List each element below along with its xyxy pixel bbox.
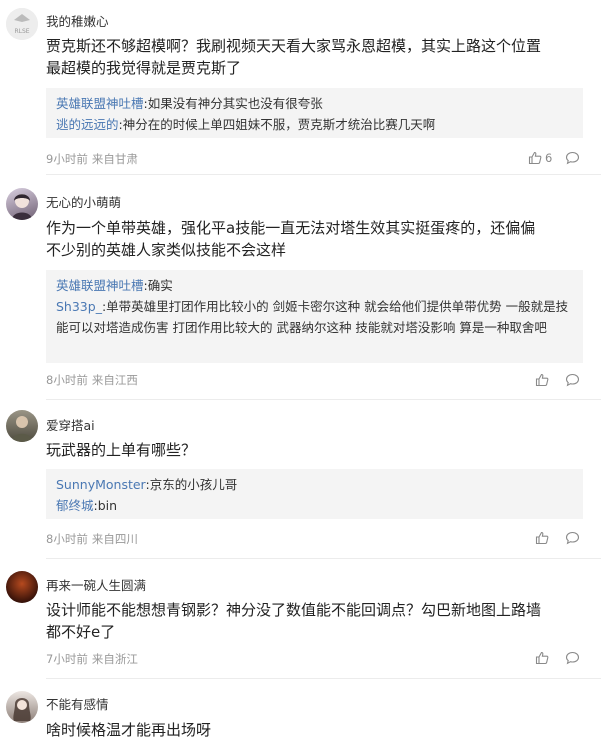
comment-bubble-icon[interactable] [565, 151, 581, 165]
username[interactable]: 我的稚嫩心 [46, 11, 109, 30]
comment-text-line: 玩武器的上单有哪些？ [46, 441, 197, 459]
comment-location: 来自甘肃 [91, 152, 138, 166]
thumbs-up-icon[interactable] [535, 651, 551, 665]
comment-text-line: 作为一个单带英雄，强化平a技能一直无法对塔生效其实挺蛋疼的，还偏偏 [46, 219, 536, 237]
reply-username[interactable]: SunnyMonster [56, 477, 145, 492]
reply-text: 神分在的时候上单四姐妹不服，贾克斯才统治比赛几天啊 [122, 117, 436, 132]
avatar[interactable] [6, 410, 38, 442]
comment-meta: 8小时前 来自江西 [46, 372, 138, 388]
avatar-logo: RLSE [6, 8, 38, 40]
username[interactable]: 再来一碗人生圆满 [46, 575, 146, 594]
avatar[interactable] [6, 691, 38, 723]
comment-meta: 9小时前 来自甘肃 [46, 151, 138, 167]
comment-text: 设计师能不能想想青钢影？神分没了数值能不能回调点？勾巴新地图上路墙 都不好e了 [46, 599, 586, 643]
comment-text-line: 都不好e了 [46, 623, 116, 641]
comment-text-line: 设计师能不能想想青钢影？神分没了数值能不能回调点？勾巴新地图上路墙 [46, 601, 542, 619]
comment-meta: 8小时前 来自四川 [46, 531, 138, 547]
comment-bubble-icon[interactable] [565, 531, 581, 545]
reply-item: SunnyMonster:京东的小孩儿哥 [56, 477, 238, 492]
comment-text: 贾克斯还不够超模啊？我刷视频天天看大家骂永恩超模，其实上路这个位置 最超模的我觉… [46, 35, 586, 79]
comment-meta: 7小时前 来自浙江 [46, 651, 138, 667]
thumbs-up-icon[interactable] [535, 373, 551, 387]
comment-item: 不能有感情 啥时候格温才能再出场呀 [0, 679, 601, 745]
comment-item: 爱穿搭ai 玩武器的上单有哪些？ SunnyMonster:京东的小孩儿哥 郁终… [0, 400, 601, 559]
like-count: 6 [545, 151, 553, 165]
comment-item: 再来一碗人生圆满 设计师能不能想想青钢影？神分没了数值能不能回调点？勾巴新地图上… [0, 559, 601, 679]
reply-text: bin [97, 498, 118, 513]
comment-item: RLSE 我的稚嫩心 贾克斯还不够超模啊？我刷视频天天看大家骂永恩超模，其实上路… [0, 0, 601, 175]
reply-username[interactable]: 英雄联盟神吐槽 [56, 278, 144, 293]
username[interactable]: 不能有感情 [46, 694, 109, 713]
comment-text: 作为一个单带英雄，强化平a技能一直无法对塔生效其实挺蛋疼的，还偏偏 不少别的英雄… [46, 217, 586, 261]
reply-item: 逃的远远的:神分在的时候上单四姐妹不服，贾克斯才统治比赛几天啊 [56, 117, 436, 132]
reply-item: Sh33p_:单带英雄里打团作用比较小的 剑姬卡密尔这种 就会给他们提供单带优势… [56, 299, 569, 335]
comment-text-line: 啥时候格温才能再出场呀 [46, 721, 212, 739]
reply-item: 英雄联盟神吐槽:确实 [56, 278, 173, 293]
avatar[interactable]: RLSE [6, 8, 38, 40]
reply-text: 京东的小孩儿哥 [149, 477, 238, 492]
reply-username[interactable]: 英雄联盟神吐槽 [56, 96, 144, 111]
reply-item: 英雄联盟神吐槽:如果没有神分其实也没有很夸张 [56, 96, 323, 111]
comment-text: 玩武器的上单有哪些？ [46, 439, 586, 461]
reply-username[interactable]: Sh33p_ [56, 299, 102, 314]
reply-item: 郁终城:bin [56, 498, 118, 513]
comment-text: 啥时候格温才能再出场呀 [46, 719, 586, 741]
thumbs-up-icon[interactable] [528, 151, 544, 165]
username[interactable]: 爱穿搭ai [46, 415, 95, 434]
avatar-logo-text: RLSE [14, 28, 29, 35]
comment-location: 来自江西 [91, 373, 138, 387]
comment-item: 无心的小萌萌 作为一个单带英雄，强化平a技能一直无法对塔生效其实挺蛋疼的，还偏偏… [0, 175, 601, 400]
comment-bubble-icon[interactable] [565, 651, 581, 665]
comment-time: 8小时前 [46, 532, 88, 546]
comment-text-line: 不少别的英雄人家类似技能不会这样 [46, 241, 287, 259]
avatar[interactable] [6, 188, 38, 220]
reply-username[interactable]: 郁终城 [56, 498, 94, 513]
thumbs-up-icon[interactable] [535, 531, 551, 545]
comment-time: 9小时前 [46, 152, 88, 166]
reply-text: 确实 [147, 278, 173, 293]
comment-location: 来自浙江 [91, 652, 138, 666]
reply-box: SunnyMonster:京东的小孩儿哥 郁终城:bin [46, 469, 583, 519]
comment-bubble-icon[interactable] [565, 373, 581, 387]
reply-text: 如果没有神分其实也没有很夸张 [147, 96, 323, 111]
reply-username[interactable]: 逃的远远的 [56, 117, 119, 132]
avatar[interactable] [6, 571, 38, 603]
comment-time: 7小时前 [46, 652, 88, 666]
comment-text-line: 最超模的我觉得就是贾克斯了 [46, 59, 242, 77]
comment-text-line: 贾克斯还不够超模啊？我刷视频天天看大家骂永恩超模，其实上路这个位置 [46, 37, 542, 55]
comment-time: 8小时前 [46, 373, 88, 387]
comment-location: 来自四川 [91, 532, 138, 546]
reply-box: 英雄联盟神吐槽:如果没有神分其实也没有很夸张 逃的远远的:神分在的时候上单四姐妹… [46, 88, 583, 138]
username[interactable]: 无心的小萌萌 [46, 192, 121, 211]
reply-text: 单带英雄里打团作用比较小的 剑姬卡密尔这种 就会给他们提供单带优势 一般就是技能… [56, 299, 569, 335]
reply-box: 英雄联盟神吐槽:确实 Sh33p_:单带英雄里打团作用比较小的 剑姬卡密尔这种 … [46, 270, 583, 363]
